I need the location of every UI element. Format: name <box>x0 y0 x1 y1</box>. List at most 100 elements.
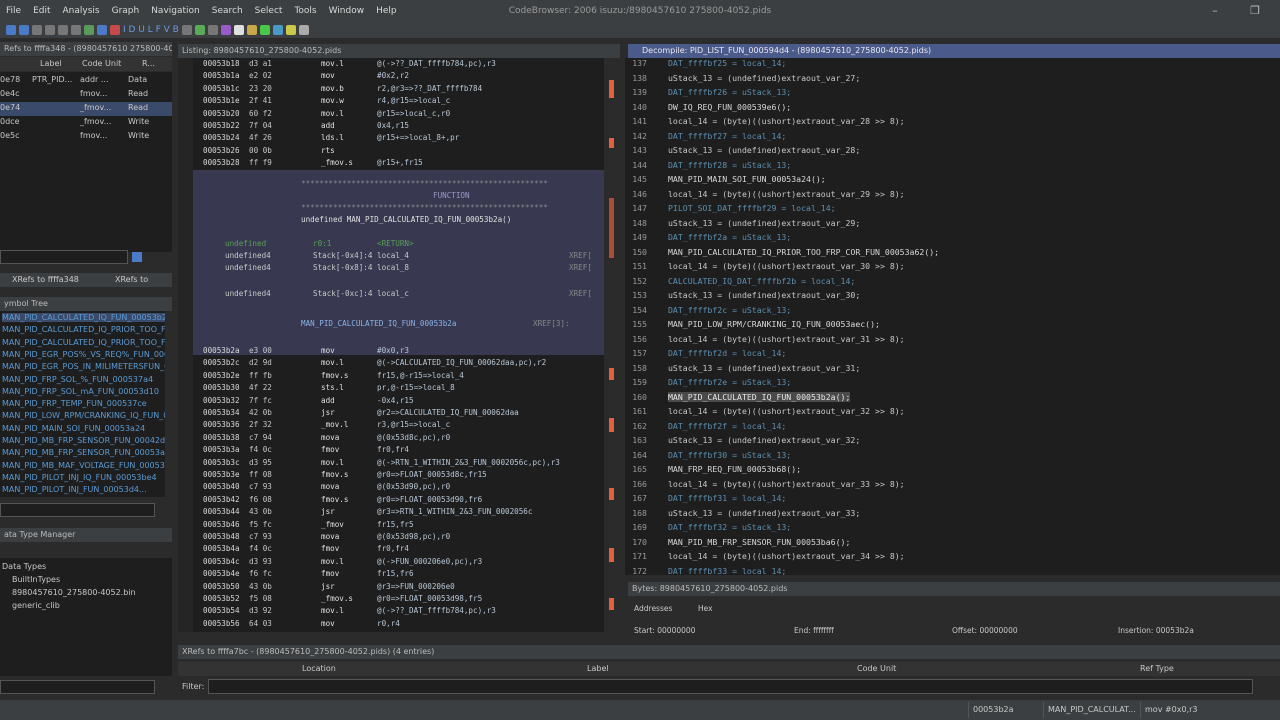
redo-icon[interactable] <box>207 25 218 35</box>
data-type-item[interactable]: BuiltInTypes <box>12 575 60 584</box>
decompile-line[interactable]: 137 DAT_ffffbf25 = local_14; <box>625 58 1280 71</box>
nav-letters-icon[interactable]: I D U L F V B <box>123 25 179 35</box>
decompile-line[interactable]: 159 DAT_ffffbf2e = uStack_13; <box>625 375 1280 390</box>
decompile-line[interactable]: 139 DAT_ffffbf26 = uStack_13; <box>625 85 1280 100</box>
listing-line[interactable]: 00053b3c d3 95 mov.l @(->RTN_1_WITHIN_2&3_F… <box>203 457 603 469</box>
tab-hex[interactable]: Hex <box>698 604 713 613</box>
local-variable[interactable]: undefined r0:1 <RETURN> <box>225 238 604 250</box>
listing-line[interactable]: 00053b2e ff fb fmov.s fr15,@-r15=>local_4 <box>203 370 603 382</box>
decompile-line[interactable]: 142 DAT_ffffbf27 = local_14; <box>625 129 1280 144</box>
decompile-line[interactable]: 140 DW_IQ_REQ_FUN_000539e6(); <box>625 100 1280 115</box>
xref-row[interactable]: 0e4c fmov... Read <box>0 88 172 102</box>
menu-item-search[interactable]: Search <box>206 4 249 18</box>
col-label[interactable]: Label <box>587 664 609 673</box>
symbol-tree-item[interactable]: MAN_PID_CALCULATED_IQ_PRIOR_TOO_FRI <box>2 325 165 334</box>
decompile-line[interactable]: 149 DAT_ffffbf2a = uStack_13; <box>625 230 1280 245</box>
tool-icon[interactable] <box>32 25 42 35</box>
decompile-view[interactable]: 137 DAT_ffffbf25 = local_14; 138 uStack_13 … <box>625 58 1280 575</box>
listing-line[interactable]: 00053b1e 2f 41 mov.w r4,@r15=>local_c <box>203 95 603 107</box>
xref-row[interactable]: 0e5c fmov... Write <box>0 130 172 144</box>
tab-xrefs-1[interactable]: XRefs to ffffa348 <box>12 275 79 284</box>
save-icon[interactable] <box>84 25 94 35</box>
decompile-line[interactable]: 156 local_14 = (byte)((ushort)extraout_va… <box>625 332 1280 347</box>
tool-icon[interactable] <box>45 25 55 35</box>
decompile-line[interactable]: 162 DAT_ffffbf2f = local_14; <box>625 419 1280 434</box>
listing-line[interactable]: 00053b3a f4 0c fmov fr0,fr4 <box>203 444 603 456</box>
menu-item-file[interactable]: File <box>0 4 27 18</box>
xrefs-bottom-filter-input[interactable] <box>208 679 1253 694</box>
listing-line[interactable]: 00053b4e f6 fc fmov fr15,fr6 <box>203 568 603 580</box>
menu-item-navigation[interactable]: Navigation <box>145 4 206 18</box>
symbol-tree-item[interactable]: MAN_PID_PILOT_INJ_FUN_00053d4... <box>2 485 147 494</box>
decompile-line[interactable]: 144 DAT_ffffbf28 = uStack_13; <box>625 158 1280 173</box>
decompile-line[interactable]: 152 CALCULATED_IQ_DAT_ffffbf2b = local_14… <box>625 274 1280 289</box>
listing-line[interactable]: 00053b30 4f 22 sts.l pr,@-r15=>local_8 <box>203 382 603 394</box>
decompile-line[interactable]: 143 uStack_13 = (undefined)extraout_var_2… <box>625 143 1280 158</box>
data-type-item[interactable]: generic_clib <box>12 601 60 610</box>
menu-item-tools[interactable]: Tools <box>288 4 322 18</box>
decompile-line[interactable]: 166 local_14 = (byte)((ushort)extraout_va… <box>625 477 1280 492</box>
function-signature[interactable]: undefined MAN_PID_CALCULATED_IQ_FUN_0005… <box>301 214 511 226</box>
symbol-tree-item[interactable]: MAN_PID_PILOT_INJ_IQ_FUN_00053be4 <box>2 473 157 482</box>
decompile-line[interactable]: 171 local_14 = (byte)((ushort)extraout_va… <box>625 549 1280 564</box>
symbol-tree-item[interactable]: MAN_PID_EGR_POS_IN_MILIMETERSFUN_00 <box>2 362 165 371</box>
listing-line[interactable]: 00053b2a e3 00 mov #0x0,r3 <box>203 345 603 357</box>
symbol-tree-item[interactable]: MAN_PID_CALCULATED_IQ_FUN_00053b2a <box>2 313 165 322</box>
xref-row[interactable]: 0e78 PTR_PID... addr ... Data <box>0 74 172 88</box>
xrefs-filter-input[interactable] <box>0 250 128 264</box>
down-icon[interactable] <box>97 25 107 35</box>
maximize-icon[interactable]: ❐ <box>1240 0 1270 22</box>
decompile-line[interactable]: 151 local_14 = (byte)((ushort)extraout_va… <box>625 259 1280 274</box>
listing-line[interactable]: 00053b40 c7 93 mova @(0x53d90,pc),r0 <box>203 481 603 493</box>
tool-icon[interactable] <box>220 25 231 35</box>
decompile-line[interactable]: 167 DAT_ffffbf31 = local_14; <box>625 491 1280 506</box>
decompile-line[interactable]: 148 uStack_13 = (undefined)extraout_var_2… <box>625 216 1280 231</box>
listing-line[interactable]: 00053b34 42 0b jsr @r2=>CALCULATED_IQ_FUN_0… <box>203 407 603 419</box>
symbol-tree-item[interactable]: MAN_PID_MB_FRP_SENSOR_FUN_00042d10 <box>2 436 165 445</box>
symbol-tree-item[interactable]: MAN_PID_MB_MAF_VOLTAGE_FUN_0005386 <box>2 461 165 470</box>
listing-line[interactable]: 00053b28 ff f9 _fmov.s @r15+,fr15 <box>203 157 603 169</box>
listing-line[interactable]: 00053b56 64 03 mov r0,r4 <box>203 618 603 630</box>
decompile-line[interactable]: 150 MAN_PID_CALCULATED_IQ_PRIOR_TOO_FRP_C… <box>625 245 1280 260</box>
decompile-line[interactable]: 145 MAN_PID_MAIN_SOI_FUN_00053a24(); <box>625 172 1280 187</box>
listing-line[interactable]: 00053b2c d2 9d mov.l @(->CALCULATED_IQ_FUN_… <box>203 357 603 369</box>
decompile-line[interactable]: 138 uStack_13 = (undefined)extraout_var_2… <box>625 71 1280 86</box>
decompile-line[interactable]: 154 DAT_ffffbf2c = uStack_13; <box>625 303 1280 318</box>
decompile-line[interactable]: 163 uStack_13 = (undefined)extraout_var_3… <box>625 433 1280 448</box>
listing-line[interactable]: 00053b48 c7 93 mova @(0x53d98,pc),r0 <box>203 531 603 543</box>
listing-line[interactable]: 00053b22 7f 04 add 0x4,r15 <box>203 120 603 132</box>
col-code-unit[interactable]: Code Unit <box>82 59 121 68</box>
menu-item-window[interactable]: Window <box>323 4 371 18</box>
tool-icon[interactable] <box>58 25 68 35</box>
decompile-line[interactable]: 161 local_14 = (byte)((ushort)extraout_va… <box>625 404 1280 419</box>
listing-line[interactable]: 00053b54 d3 92 mov.l @(->??_DAT_ffffb784,pc… <box>203 605 603 617</box>
run-icon[interactable] <box>259 25 270 35</box>
decompile-line[interactable]: 141 local_14 = (byte)((ushort)extraout_va… <box>625 114 1280 129</box>
listing-line[interactable]: 00053b1c 23 20 mov.b r2,@r3=>??_DAT_ffffb78… <box>203 83 603 95</box>
decompile-line[interactable]: 165 MAN_FRP_REQ_FUN_00053b68(); <box>625 462 1280 477</box>
listing-line[interactable]: 00053b46 f5 fc _fmov fr15,fr5 <box>203 519 603 531</box>
tool-icon[interactable] <box>181 25 192 35</box>
tab-xrefs-2[interactable]: XRefs to <box>115 275 148 284</box>
decompile-line[interactable]: 146 local_14 = (byte)((ushort)extraout_va… <box>625 187 1280 202</box>
listing-line[interactable]: 00053b1a e2 02 mov #0x2,r2 <box>203 70 603 82</box>
decompile-line[interactable]: 172 DAT_ffffbf33 = local_14; <box>625 564 1280 576</box>
xref-row[interactable]: 0dce _fmov... Write <box>0 116 172 130</box>
dtm-filter-input[interactable] <box>0 680 155 694</box>
decompile-line[interactable]: 160 MAN_PID_CALCULATED_IQ_FUN_00053b2a(); <box>625 390 1280 405</box>
data-type-item[interactable]: 8980457610_275800-4052.bin <box>12 588 136 597</box>
listing-line[interactable]: 00053b26 00 0b rts <box>203 145 603 157</box>
col-ref[interactable]: R... <box>142 59 155 68</box>
decompile-line[interactable]: 157 DAT_ffffbf2d = local_14; <box>625 346 1280 361</box>
menu-item-edit[interactable]: Edit <box>27 4 56 18</box>
symbol-tree-item[interactable]: MAN_PID_FRP_SOL_mA_FUN_00053d10 <box>2 387 159 396</box>
listing-line[interactable]: 00053b52 f5 08 _fmov.s @r0=>FLOAT_00053d98,… <box>203 593 603 605</box>
col-ref-type[interactable]: Ref Type <box>1140 664 1174 673</box>
symbol-tree-item[interactable]: MAN_PID_EGR_POS%_VS_REQ%_FUN_00053 <box>2 350 165 359</box>
decompile-line[interactable]: 170 MAN_PID_MB_FRP_SENSOR_FUN_00053ba6(); <box>625 535 1280 550</box>
decompile-line[interactable]: 158 uStack_13 = (undefined)extraout_var_3… <box>625 361 1280 376</box>
listing-line[interactable]: 00053b44 43 0b jsr @r3=>RTN_1_WITHIN_2&3_FU… <box>203 506 603 518</box>
tool-icon[interactable] <box>272 25 283 35</box>
col-code-unit[interactable]: Code Unit <box>857 664 896 673</box>
symbol-tree-item[interactable]: MAN_PID_FRP_TEMP_FUN_000537ce <box>2 399 147 408</box>
